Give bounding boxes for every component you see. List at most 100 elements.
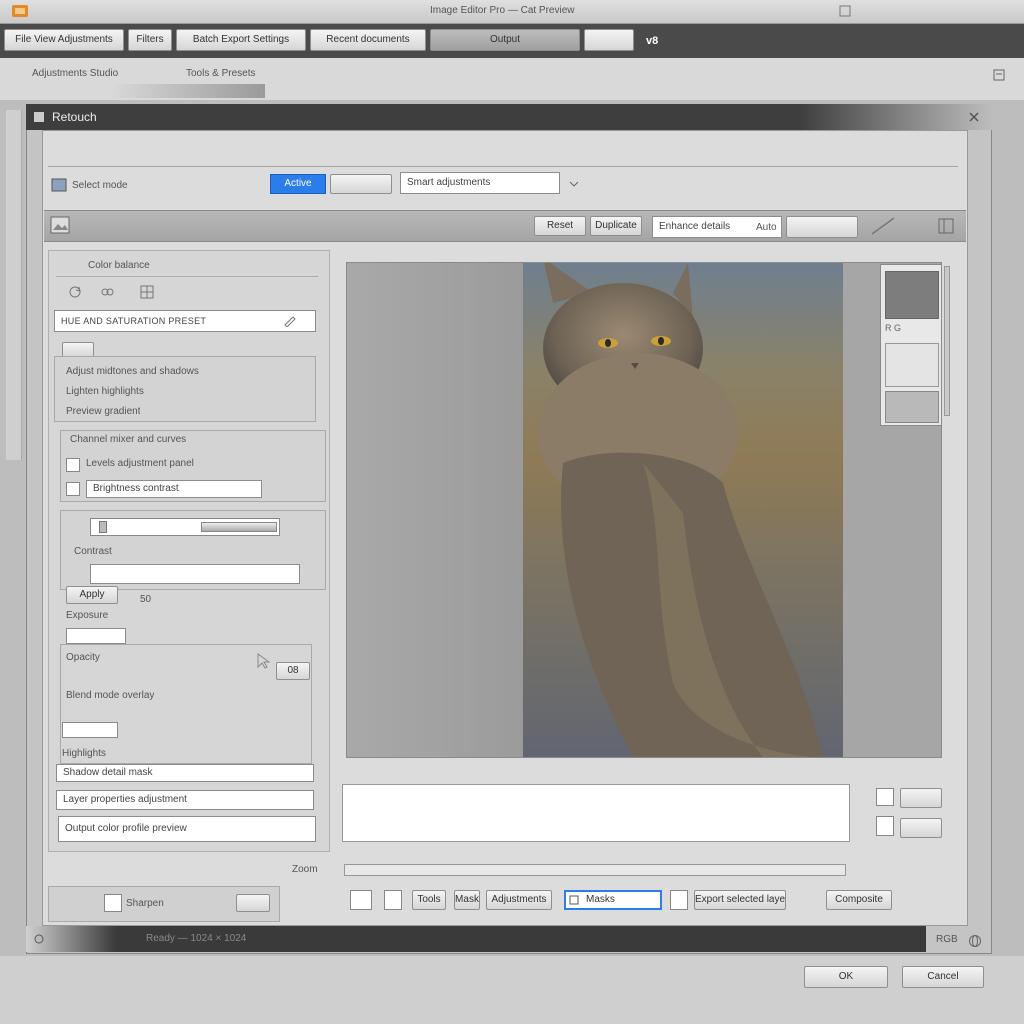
caption-button-2[interactable] xyxy=(900,818,942,838)
thumbnail-column: R G xyxy=(880,264,942,426)
status-bar: Ready — 1024 × 1024 xyxy=(26,926,926,952)
window-menu-icon[interactable] xyxy=(836,3,854,19)
section-b-item-2[interactable]: Levels adjustment panel xyxy=(86,458,194,469)
composite-button[interactable]: Composite xyxy=(826,890,892,910)
select-mode-icon xyxy=(50,176,68,194)
image-icon[interactable] xyxy=(48,214,72,236)
enhance-dropdown-value: Enhance details xyxy=(659,221,731,232)
tools-button[interactable]: Tools xyxy=(412,890,446,910)
rotate-icon[interactable] xyxy=(64,282,86,302)
ok-button[interactable]: OK xyxy=(804,966,888,988)
section-b-checkbox-1[interactable] xyxy=(66,458,80,472)
sharpen-button[interactable] xyxy=(236,894,270,912)
status-text: Ready — 1024 × 1024 xyxy=(146,933,247,944)
tab-output[interactable]: Output xyxy=(430,29,580,51)
section-a-item-3[interactable]: Preview gradient xyxy=(66,406,140,417)
apply-value: 50 xyxy=(140,594,152,605)
thumbnail-1[interactable] xyxy=(885,271,939,319)
active-button[interactable]: Active xyxy=(270,174,326,194)
mode-toggle-button[interactable] xyxy=(330,174,392,194)
toolbar-underline xyxy=(110,84,265,98)
cursor-icon xyxy=(254,652,272,670)
reset-button[interactable]: Reset xyxy=(534,216,586,236)
contrast-field[interactable] xyxy=(90,564,300,584)
section-a-item-2[interactable]: Lighten highlights xyxy=(66,386,144,397)
link-icon[interactable] xyxy=(96,282,118,302)
sharpen-label[interactable]: Sharpen xyxy=(126,898,164,909)
caption-checkbox-2[interactable] xyxy=(876,816,894,836)
output-profile-field[interactable]: Output color profile preview xyxy=(58,816,316,842)
apply-button[interactable]: Apply xyxy=(66,586,118,604)
zoom-track[interactable] xyxy=(344,864,846,876)
section-a-item-1[interactable]: Adjust midtones and shadows xyxy=(66,366,199,377)
cancel-button[interactable]: Cancel xyxy=(902,966,984,988)
preview-area xyxy=(346,262,942,758)
zoom-label: Zoom xyxy=(292,864,318,875)
num-value-button[interactable]: 08 xyxy=(276,662,310,680)
globe-icon[interactable] xyxy=(966,932,984,950)
thumbnail-2[interactable] xyxy=(885,343,939,387)
highlights-label: Highlights xyxy=(62,748,106,759)
preset-edit-icon[interactable] xyxy=(282,314,298,328)
dialog-icon xyxy=(32,110,46,124)
section-b-item-3[interactable]: Brightness contrast xyxy=(86,480,262,498)
enhance-dropdown-tail: Auto xyxy=(756,222,777,233)
caption-checkbox-1[interactable] xyxy=(876,788,894,806)
smart-adjustments-field[interactable]: Smart adjustments xyxy=(400,172,560,194)
pen-icon[interactable] xyxy=(868,214,898,238)
export-checkbox[interactable] xyxy=(670,890,688,910)
cat-photo xyxy=(523,263,843,757)
vertical-ruler xyxy=(6,110,22,460)
exposure-field[interactable] xyxy=(66,628,126,644)
mask-button[interactable]: Mask xyxy=(454,890,480,910)
tab-filters[interactable]: Filters xyxy=(128,29,172,51)
layers-icon[interactable] xyxy=(990,66,1008,84)
tab-extra[interactable] xyxy=(584,29,634,51)
app-tabbar: File View Adjustments Filters Batch Expo… xyxy=(0,24,1024,58)
status-right-label: RGB xyxy=(936,934,958,945)
tool-checkbox-1[interactable] xyxy=(350,890,372,910)
tool-checkbox-2[interactable] xyxy=(384,890,402,910)
toolbar-right-label[interactable]: Tools & Presets xyxy=(186,68,255,79)
export-selected-button[interactable]: Export selected layer xyxy=(694,890,786,910)
window-title: Image Editor Pro — Cat Preview xyxy=(430,5,575,16)
preview-left-gutter xyxy=(347,263,523,757)
duplicate-button[interactable]: Duplicate xyxy=(590,216,642,236)
blend-mode-label[interactable]: Blend mode overlay xyxy=(66,690,154,701)
mode-row-divider xyxy=(48,166,958,167)
contrast-slider[interactable] xyxy=(90,518,280,536)
section-b-checkbox-2[interactable] xyxy=(66,482,80,496)
thumbnail-scrollbar[interactable] xyxy=(944,266,950,416)
section-b-item-1[interactable]: Channel mixer and curves xyxy=(70,434,186,445)
panel-toggle-icon[interactable] xyxy=(936,216,956,236)
shadow-detail-field[interactable]: Shadow detail mask xyxy=(56,764,314,782)
close-icon[interactable] xyxy=(966,109,982,125)
opacity-group xyxy=(60,644,312,764)
select-mode-label: Select mode xyxy=(72,180,128,191)
tab-recent-documents[interactable]: Recent documents xyxy=(310,29,426,51)
adjustments-button[interactable]: Adjustments xyxy=(486,890,552,910)
preset-field[interactable]: HUE AND SATURATION PRESET xyxy=(54,310,316,332)
grid-icon[interactable] xyxy=(136,282,158,302)
layer-properties-field[interactable]: Layer properties adjustment xyxy=(56,790,314,810)
tab-file-view[interactable]: File View Adjustments xyxy=(4,29,124,51)
tab-badge: v8 xyxy=(646,35,659,47)
dropdown-extra-button[interactable] xyxy=(786,216,858,238)
dialog-titlebar: Retouch xyxy=(26,104,992,130)
contrast-slider-thumb[interactable] xyxy=(99,521,107,533)
contrast-label: Contrast xyxy=(74,546,112,557)
caption-box[interactable] xyxy=(342,784,850,842)
caption-button-1[interactable] xyxy=(900,788,942,808)
tab-batch-export[interactable]: Batch Export Settings xyxy=(176,29,306,51)
thumbnail-label: R G xyxy=(885,323,902,333)
chevron-down-icon[interactable] xyxy=(566,176,582,192)
thumbnail-3[interactable] xyxy=(885,391,939,423)
section-title-underline xyxy=(56,276,318,277)
app-logo-icon xyxy=(10,2,30,20)
toolbar-left-label[interactable]: Adjustments Studio xyxy=(32,68,118,79)
sharpen-checkbox[interactable] xyxy=(104,894,122,912)
contrast-slider-fill xyxy=(201,522,277,532)
blend-mode-field[interactable] xyxy=(62,722,118,738)
color-balance-title: Color balance xyxy=(88,260,150,271)
app-titlebar: Image Editor Pro — Cat Preview xyxy=(0,0,1024,24)
